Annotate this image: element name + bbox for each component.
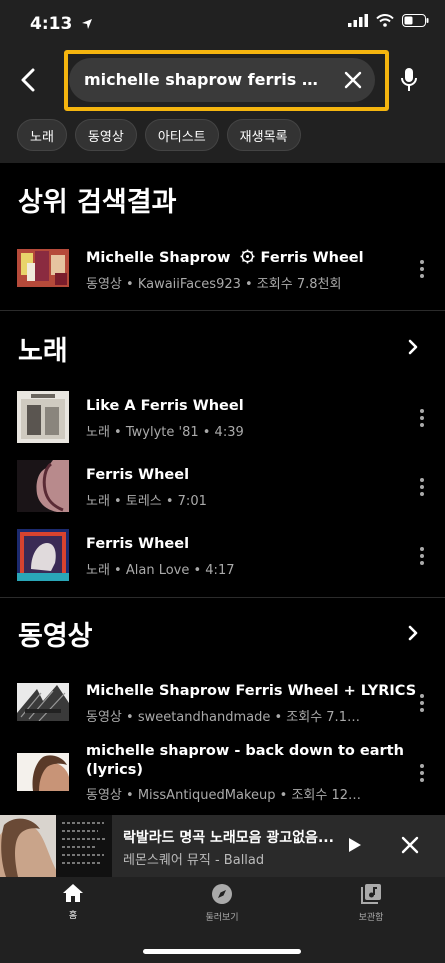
video-more-button[interactable]	[416, 691, 428, 715]
filter-chip-playlists[interactable]: 재생목록	[226, 119, 301, 151]
nav-library[interactable]: 보관함	[321, 883, 421, 933]
top-result-row[interactable]: Michelle Shaprow Ferris Wheel 동영상 • Kawa…	[0, 236, 445, 300]
top-result-title-part2: Ferris Wheel	[260, 250, 364, 266]
nav-explore[interactable]: 둘러보기	[172, 883, 272, 933]
song-subtitle: 노래 • Twylyte '81 • 4:39	[86, 425, 244, 440]
top-result-title: Michelle Shaprow Ferris Wheel	[86, 249, 364, 266]
search-input[interactable]: michelle shaprow ferris wheel l...	[69, 58, 375, 102]
filter-chips: 노래 동영상 아티스트 재생목록	[17, 119, 301, 151]
more-vert-icon	[420, 547, 424, 565]
song-subtitle: 노래 • 토레스 • 7:01	[86, 494, 207, 509]
bottom-nav: 홈 둘러보기 보관함	[0, 877, 445, 963]
mini-player-thumbnail	[0, 815, 112, 877]
close-icon	[401, 836, 419, 854]
video-subtitle: 동영상 • MissAntiquedMakeup • 조회수 12…	[86, 788, 361, 803]
videos-heading: 동영상	[18, 621, 93, 652]
video-title-line1: michelle shaprow - back down to earth	[86, 743, 404, 759]
home-indicator	[143, 949, 301, 954]
song-row[interactable]: Ferris Wheel 노래 • Alan Love • 4:17	[0, 523, 445, 587]
song-subtitle: 노래 • Alan Love • 4:17	[86, 563, 235, 578]
status-bar: 4:13	[0, 0, 445, 50]
song-title: Ferris Wheel	[86, 467, 190, 483]
video-more-button[interactable]	[416, 761, 428, 785]
mini-play-button[interactable]	[343, 833, 367, 857]
ferris-wheel-icon	[240, 249, 256, 264]
voice-search-button[interactable]	[397, 64, 421, 96]
video-row[interactable]: michelle shaprow - back down to earth (l…	[0, 737, 445, 807]
search-header: michelle shaprow ferris wheel l... 노래 동영…	[0, 50, 445, 163]
section-divider	[0, 310, 445, 311]
status-icons	[348, 14, 429, 27]
search-query-text[interactable]: michelle shaprow ferris wheel l...	[84, 70, 330, 89]
top-result-heading: 상위 검색결과	[18, 187, 177, 218]
song-thumbnail	[17, 529, 69, 581]
top-result-more-button[interactable]	[416, 257, 428, 281]
videos-more-button[interactable]	[403, 621, 423, 645]
more-vert-icon	[420, 260, 424, 278]
top-result-subtitle: 동영상 • KawaiiFaces923 • 조회수 7.8천회	[86, 277, 342, 292]
library-icon	[361, 884, 381, 904]
home-icon	[63, 884, 83, 902]
nav-home-label: 홈	[68, 911, 78, 921]
nav-home[interactable]: 홈	[23, 883, 123, 933]
clear-icon	[344, 71, 362, 89]
song-thumbnail	[17, 391, 69, 443]
more-vert-icon	[420, 694, 424, 712]
song-row[interactable]: Like A Ferris Wheel 노래 • Twylyte '81 • 4…	[0, 385, 445, 449]
battery-icon	[402, 14, 429, 27]
back-icon	[21, 68, 35, 92]
top-result-title-part1: Michelle Shaprow	[86, 250, 231, 266]
top-result-thumbnail	[17, 249, 69, 287]
wifi-icon	[376, 14, 394, 27]
video-thumbnail	[17, 683, 69, 721]
filter-chip-songs[interactable]: 노래	[17, 119, 67, 151]
chevron-right-icon	[408, 339, 418, 355]
clear-search-button[interactable]	[341, 68, 365, 92]
songs-more-button[interactable]	[403, 335, 423, 359]
back-button[interactable]	[14, 62, 42, 98]
song-title: Like A Ferris Wheel	[86, 398, 244, 414]
song-thumbnail	[17, 460, 69, 512]
video-thumbnail	[17, 753, 69, 791]
filter-chip-artists[interactable]: 아티스트	[144, 119, 219, 151]
video-title: Michelle Shaprow Ferris Wheel + LYRICS	[86, 683, 417, 699]
mini-player[interactable]: 락발라드 명곡 노래모음 광고없음... 레몬스퀘어 뮤직 - Ballad	[0, 815, 445, 877]
chevron-right-icon	[408, 625, 418, 641]
status-time: 4:13	[30, 14, 93, 34]
more-vert-icon	[420, 409, 424, 427]
nav-library-label: 보관함	[358, 913, 384, 923]
nav-explore-label: 둘러보기	[205, 913, 239, 923]
song-more-button[interactable]	[416, 544, 428, 568]
more-vert-icon	[420, 478, 424, 496]
filter-chip-videos[interactable]: 동영상	[74, 119, 137, 151]
mini-player-artist: 레몬스퀘어 뮤직 - Ballad	[123, 853, 265, 868]
mini-player-title: 락발라드 명곡 노래모음 광고없음...	[123, 830, 334, 846]
song-more-button[interactable]	[416, 475, 428, 499]
song-row[interactable]: Ferris Wheel 노래 • 토레스 • 7:01	[0, 454, 445, 518]
status-time-text: 4:13	[30, 14, 73, 34]
mic-icon	[401, 68, 417, 91]
location-arrow-icon	[82, 19, 93, 29]
songs-heading: 노래	[18, 336, 68, 367]
song-title: Ferris Wheel	[86, 536, 190, 552]
play-icon	[349, 838, 361, 852]
video-title-line2: (lyrics)	[86, 762, 144, 778]
compass-icon	[212, 884, 232, 904]
more-vert-icon	[420, 764, 424, 782]
mini-close-button[interactable]	[398, 833, 422, 857]
section-divider	[0, 597, 445, 598]
video-row[interactable]: Michelle Shaprow Ferris Wheel + LYRICS 동…	[0, 670, 445, 734]
video-subtitle: 동영상 • sweetandhandmade • 조회수 7.1…	[86, 710, 360, 725]
song-more-button[interactable]	[416, 406, 428, 430]
signal-icon	[348, 14, 368, 27]
